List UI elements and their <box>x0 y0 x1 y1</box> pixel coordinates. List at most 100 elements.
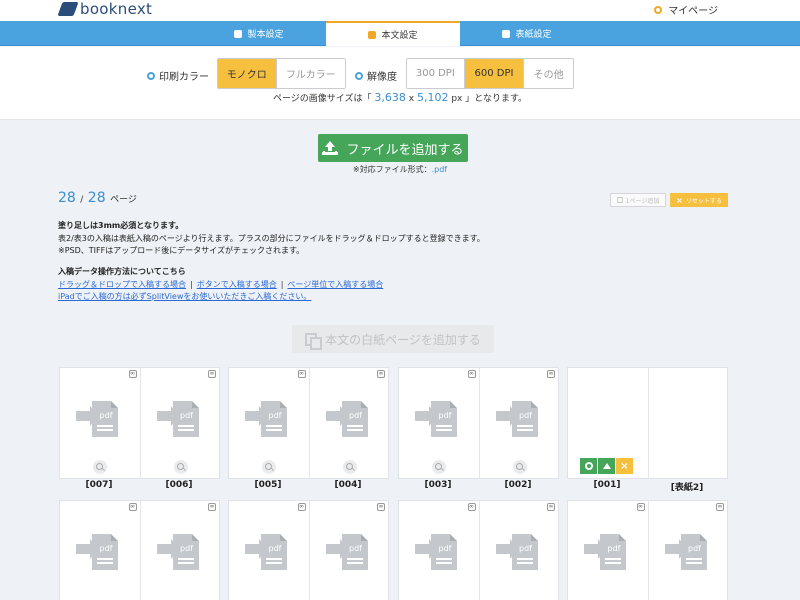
page-icon <box>616 197 623 203</box>
add-file-button[interactable]: ファイルを追加する <box>318 134 468 162</box>
tab-binding-settings[interactable]: 製本設定 <box>192 21 326 46</box>
page-label: [007] <box>85 480 113 490</box>
page-slot[interactable]: ∞ pdf <box>308 501 388 600</box>
reset-label: リセットする <box>685 197 722 205</box>
pdf-label: pdf <box>99 544 113 553</box>
page-slot[interactable]: ∞ pdf <box>139 368 219 478</box>
mypage-link[interactable]: マイページ <box>654 2 718 17</box>
radio-indicator-icon <box>147 71 155 80</box>
page-slot[interactable]: ∞ pdf <box>60 368 140 478</box>
pdf-file-icon: pdf <box>156 534 203 574</box>
page-spread: ∞ pdf ∞ pdf <box>228 500 389 600</box>
link-icon[interactable]: ∞ <box>297 370 306 378</box>
guide-link-button[interactable]: ボタンで入稿する場合 <box>197 280 277 289</box>
zoom-icon[interactable] <box>432 460 446 474</box>
resolution-option-other[interactable]: その他 <box>524 59 573 88</box>
page-slot[interactable]: ∞ pdf <box>60 501 140 600</box>
link-icon[interactable]: ∞ <box>208 503 216 511</box>
tab-label: 本文設定 <box>381 31 418 41</box>
pdf-file-icon: pdf <box>415 534 461 574</box>
guide-link-drag-drop[interactable]: ドラッグ＆ドロップで入稿する場合 <box>58 280 186 289</box>
pdf-label: pdf <box>519 544 532 553</box>
color-option-full[interactable]: フルカラー <box>276 59 345 88</box>
page-slot[interactable]: ∞ pdf <box>478 368 558 478</box>
pdf-file-icon: pdf <box>325 401 372 441</box>
resolution-option-300[interactable]: 300 DPI <box>407 59 465 88</box>
booknext-logo-icon <box>57 2 79 16</box>
zoom-icon[interactable] <box>93 460 107 474</box>
close-icon: × <box>676 195 683 205</box>
page-slot[interactable]: ∞ pdf <box>139 501 219 600</box>
link-icon[interactable]: ∞ <box>467 370 476 378</box>
label-text: 解像度 <box>367 72 397 83</box>
add-one-page-button[interactable]: 1ページ追加 <box>610 193 666 207</box>
link-icon[interactable]: ∞ <box>128 503 137 511</box>
add-blank-page-label: 本文の白紙ページを追加する <box>325 332 481 347</box>
logo[interactable]: booknext <box>57 0 153 18</box>
zoom-icon[interactable] <box>342 460 357 474</box>
size-note-prefix: ページの画像サイズは「 <box>272 94 372 104</box>
tab-cover-settings[interactable]: 表紙設定 <box>460 21 594 46</box>
page-slot[interactable]: ∞ pdf <box>229 368 309 478</box>
page-slot[interactable]: ∞ pdf <box>478 501 558 600</box>
delete-button[interactable]: × <box>616 458 633 474</box>
color-option-mono[interactable]: モノクロ <box>218 59 277 88</box>
link-icon[interactable]: ∞ <box>467 503 476 511</box>
zoom-icon[interactable] <box>262 460 276 474</box>
copy-icon <box>305 332 323 350</box>
link-icon[interactable]: ∞ <box>636 503 645 511</box>
page-label: [004] <box>334 480 362 490</box>
link-icon[interactable]: ∞ <box>547 503 555 511</box>
pdf-label: pdf <box>519 411 532 420</box>
upload-button[interactable] <box>598 458 615 474</box>
page-slot-empty[interactable]: × <box>568 368 648 478</box>
label-text: 印刷カラー <box>159 72 209 83</box>
pdf-label: pdf <box>349 411 362 420</box>
link-icon[interactable]: ∞ <box>297 503 306 511</box>
pdf-label: pdf <box>268 544 282 553</box>
gear-icon <box>234 29 243 38</box>
guide-title: 入稿データ操作方法についてこちら <box>58 267 186 276</box>
link-icon[interactable]: ∞ <box>377 370 385 378</box>
page-spread: × <box>567 367 728 479</box>
guide-link-per-page[interactable]: ページ単位で入稿する場合 <box>287 280 383 289</box>
page-spread: ∞ pdf ∞ pdf <box>398 500 559 600</box>
page-count-total: 28 <box>87 190 106 206</box>
note-cover: 表2/表3の入稿は表紙入稿のページより行えます。プラスの部分にファイルをドラッグ… <box>58 233 485 243</box>
zoom-icon[interactable] <box>512 460 527 474</box>
link-icon[interactable]: ∞ <box>547 370 555 378</box>
preview-button[interactable] <box>580 458 597 474</box>
page-count-current: 28 <box>58 190 76 206</box>
page-slot[interactable]: ∞ pdf <box>399 501 479 600</box>
pdf-label: pdf <box>99 411 113 420</box>
page-slot[interactable]: ∞ pdf <box>308 368 388 478</box>
page-label: [006] <box>165 480 193 490</box>
page-label: [002] <box>504 480 532 490</box>
guide-link-ipad[interactable]: iPadでご入稿の方は必ずSplitViewをお使いいただきご入稿ください。 <box>58 292 311 301</box>
book-icon <box>502 29 511 38</box>
page-slot[interactable]: ∞ pdf <box>568 501 648 600</box>
radio-indicator-icon <box>355 71 363 80</box>
pdf-file-icon: pdf <box>495 534 542 574</box>
zoom-icon[interactable] <box>173 460 188 474</box>
circle-icon <box>654 5 663 14</box>
page-slot[interactable]: ∞ pdf <box>229 501 309 600</box>
pdf-file-icon: pdf <box>664 534 711 574</box>
page-slot[interactable]: ∞ pdf <box>647 501 727 600</box>
link-icon[interactable]: ∞ <box>716 503 724 511</box>
logo-text: booknext <box>80 0 153 18</box>
tab-body-settings[interactable]: 本文設定 <box>326 21 460 46</box>
resolution-option-600[interactable]: 600 DPI <box>464 59 525 88</box>
pdf-file-icon: pdf <box>156 401 203 441</box>
link-icon[interactable]: ∞ <box>128 370 137 378</box>
page-slot[interactable]: ∞ pdf <box>399 368 479 478</box>
reset-button[interactable]: × リセットする <box>670 193 728 207</box>
add-blank-page-button[interactable]: 本文の白紙ページを追加する <box>292 325 494 353</box>
size-note-suffix: px 」となります。 <box>451 94 528 104</box>
size-width: 3,638 <box>374 91 406 104</box>
page-label: [表紙2] <box>670 483 704 493</box>
page-slot-empty[interactable] <box>647 368 727 478</box>
link-icon[interactable]: ∞ <box>208 370 216 378</box>
link-icon[interactable]: ∞ <box>377 503 385 511</box>
close-icon: × <box>620 460 629 472</box>
